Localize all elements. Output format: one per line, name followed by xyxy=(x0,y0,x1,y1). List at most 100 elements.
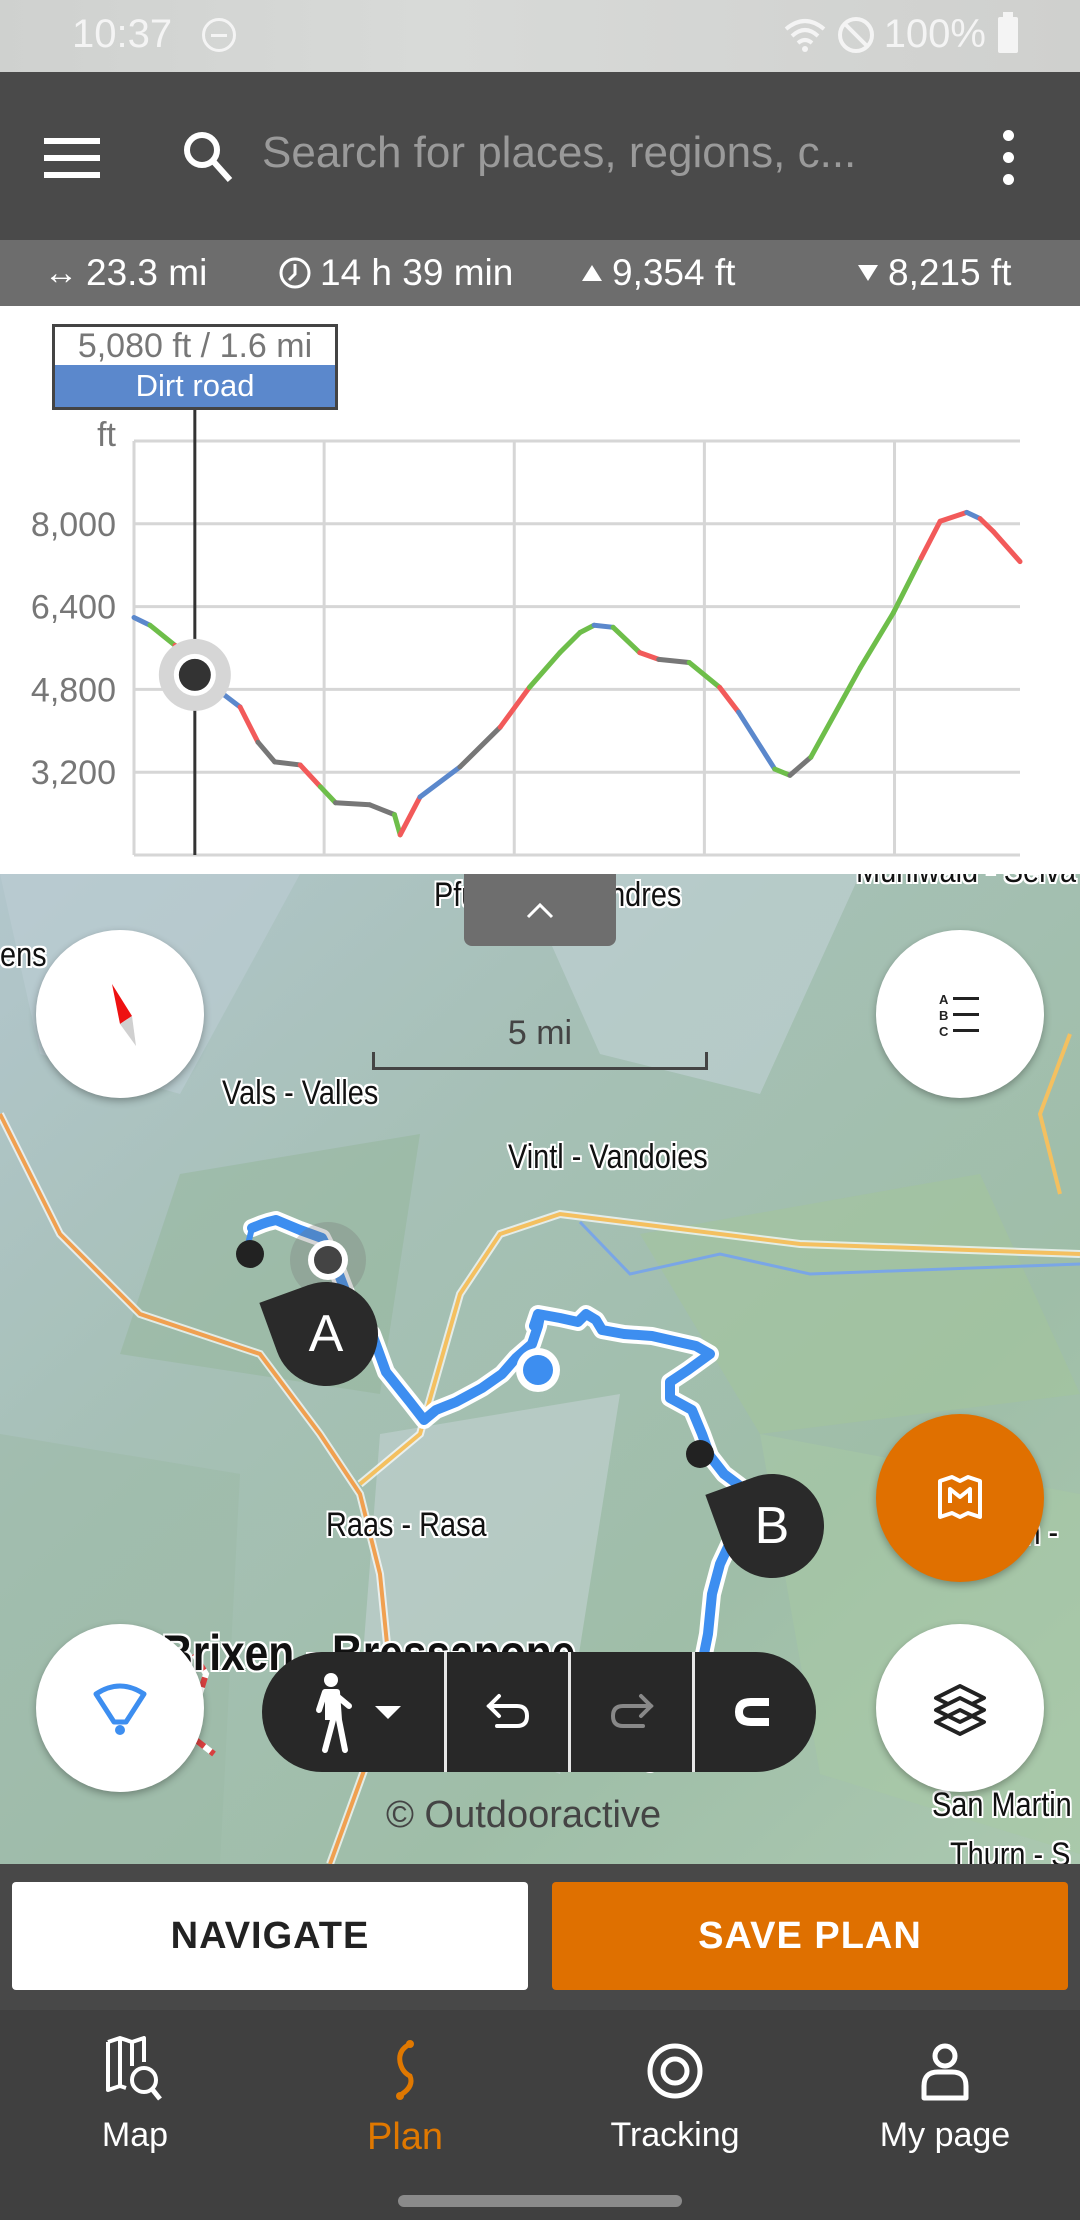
elevation-segment xyxy=(937,509,970,524)
elevation-segment xyxy=(333,800,373,808)
tooltip-value: 5,080 ft / 1.6 mi xyxy=(77,327,313,365)
svg-text:C: C xyxy=(939,1024,949,1039)
elevation-segment xyxy=(297,762,323,790)
elevation-segment xyxy=(397,794,423,838)
undo-button[interactable] xyxy=(444,1652,568,1772)
elevation-segment xyxy=(890,555,924,616)
status-bar: 10:37 100% xyxy=(0,0,1080,72)
elevation-segment xyxy=(147,622,178,648)
redo-button[interactable] xyxy=(568,1652,692,1772)
nav-tab-plan[interactable]: Plan xyxy=(270,2036,540,2166)
bottom-navigation: Map Plan Tracking My page xyxy=(0,2010,1080,2220)
location-button[interactable] xyxy=(36,1624,204,1792)
navigate-button[interactable]: NAVIGATE xyxy=(12,1882,528,1990)
distance-arrows-icon: ↔ xyxy=(44,253,78,292)
collapse-chart-button[interactable] xyxy=(464,874,616,946)
save-plan-button[interactable]: SAVE PLAN xyxy=(552,1882,1068,1990)
user-icon xyxy=(921,2043,969,2101)
map-label-san-martin: San Martin xyxy=(932,1786,1072,1824)
redo-icon xyxy=(610,1694,654,1728)
action-bar: NAVIGATE SAVE PLAN xyxy=(0,1864,1080,2010)
search-input[interactable]: Search for places, regions, c... xyxy=(262,128,856,178)
y-tick-labels: 3,200 4,800 6,400 8,000 xyxy=(31,506,116,792)
elevation-segment xyxy=(367,802,397,818)
chevron-up-icon xyxy=(526,902,554,919)
route-planning-toolbar xyxy=(262,1652,816,1772)
y-axis-unit-label: ft xyxy=(97,416,116,454)
nav-tab-label: Map xyxy=(101,2116,169,2154)
map-label-thurn: Thurn - S xyxy=(950,1836,1071,1864)
map-view[interactable]: A B Pfunders - Fundres Mühlwald - Selva … xyxy=(0,874,1080,1864)
y-tick-label: 3,200 xyxy=(31,754,116,792)
map-layers-button[interactable] xyxy=(876,1624,1044,1792)
more-options-icon[interactable] xyxy=(990,130,1026,186)
elevation-segment xyxy=(736,709,778,772)
stat-ascent: 9,354 ft xyxy=(580,252,735,294)
wifi-icon xyxy=(784,18,825,52)
map-label-vals: Vals - Valles xyxy=(222,1074,379,1112)
stat-distance: ↔ 23.3 mi xyxy=(44,252,208,293)
status-icons: 100% xyxy=(782,11,1018,57)
map-label-ens: ens xyxy=(0,936,47,974)
compass-icon xyxy=(112,984,136,1046)
search-icon[interactable] xyxy=(180,128,236,184)
svg-text:B: B xyxy=(939,1008,948,1023)
layers-icon xyxy=(934,1684,986,1736)
waypoint-a-marker[interactable]: A xyxy=(259,1267,393,1401)
y-tick-label: 8,000 xyxy=(31,506,116,544)
waypoint-list-icon: A B C xyxy=(939,992,979,1039)
location-cone-icon xyxy=(93,1683,147,1735)
nav-tab-label: Plan xyxy=(366,2116,444,2158)
undo-icon xyxy=(485,1694,529,1728)
map-plan-button[interactable] xyxy=(876,1414,1044,1582)
clock-icon xyxy=(279,257,311,289)
chart-cursor-handle[interactable] xyxy=(178,658,211,691)
home-indicator[interactable] xyxy=(398,2195,682,2207)
nav-tab-tracking[interactable]: Tracking xyxy=(540,2036,810,2166)
elevation-segment xyxy=(656,656,692,665)
map-attribution: © Outdooractive xyxy=(386,1794,662,1836)
elevation-segment xyxy=(808,665,863,760)
elevation-segment xyxy=(990,529,1023,565)
nav-tab-label: Tracking xyxy=(610,2116,740,2154)
magnet-snap-icon xyxy=(735,1698,769,1726)
stat-descent: 8,215 ft xyxy=(856,252,1011,294)
y-tick-label: 6,400 xyxy=(31,589,116,627)
route-plan-icon xyxy=(396,2040,414,2100)
elevation-line xyxy=(131,509,1023,838)
route-end-dot[interactable] xyxy=(686,1440,714,1468)
y-tick-label: 4,800 xyxy=(31,671,116,709)
elevation-segment xyxy=(591,622,616,630)
dnd-icon xyxy=(202,18,236,52)
activity-mode-selector[interactable] xyxy=(262,1652,444,1772)
waypoint-list-button[interactable]: A B C xyxy=(876,930,1044,1098)
route-cursor-marker[interactable] xyxy=(314,1246,342,1274)
route-start-dot[interactable] xyxy=(236,1240,264,1268)
chart-grid xyxy=(132,439,1020,857)
top-app-bar: Search for places, regions, c... xyxy=(0,72,1080,240)
snap-to-trail-button[interactable] xyxy=(692,1652,816,1772)
hamburger-icon[interactable] xyxy=(44,138,100,178)
no-sim-icon xyxy=(837,16,874,53)
elevation-segment xyxy=(131,614,153,628)
caret-down-icon xyxy=(375,1706,401,1719)
elevation-segment xyxy=(317,784,339,806)
clock: 10:37 xyxy=(72,12,173,56)
elevation-segment xyxy=(272,759,303,768)
elevation-segment xyxy=(717,684,742,715)
nav-tab-map[interactable]: Map xyxy=(0,2036,270,2166)
elevation-segment xyxy=(637,650,662,662)
waypoint-b-marker[interactable]: B xyxy=(705,1459,839,1593)
elevation-segment xyxy=(255,739,278,765)
current-location-dot[interactable] xyxy=(523,1355,553,1385)
map-label-muehlwald: Mühlwald - Selva xyxy=(856,874,1076,891)
tracking-target-icon xyxy=(647,2043,703,2099)
elevation-segment xyxy=(526,650,563,690)
elevation-segment xyxy=(918,518,943,561)
nav-tab-my-page[interactable]: My page xyxy=(810,2036,1080,2166)
elevation-segment xyxy=(237,704,261,745)
compass-button[interactable] xyxy=(36,930,204,1098)
hiking-mode-icon xyxy=(316,1673,352,1753)
tooltip-surface-type: Dirt road xyxy=(55,365,335,407)
elevation-profile-chart[interactable]: ft 3,200 4,800 6,400 8,000 5,080 ft / 1.6 m… xyxy=(0,306,1080,874)
